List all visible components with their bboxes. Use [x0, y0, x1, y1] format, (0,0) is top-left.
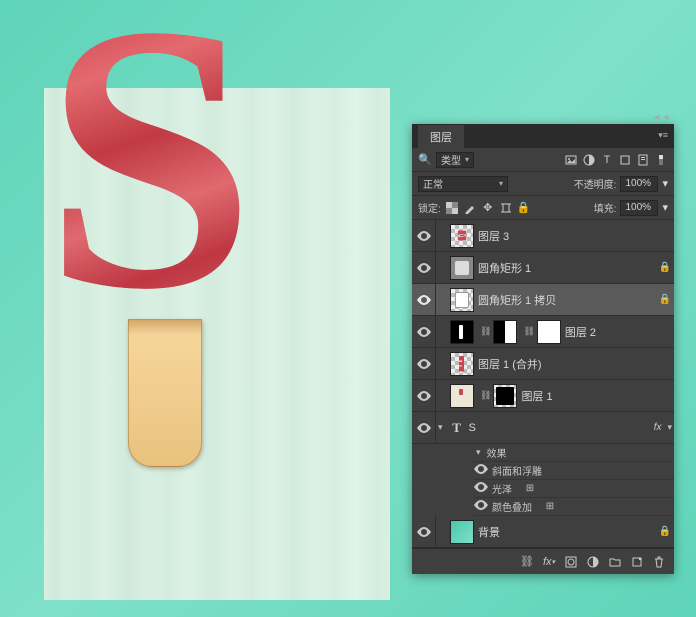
opacity-label: 不透明度:: [574, 176, 617, 191]
lock-pixels-icon[interactable]: [463, 201, 477, 215]
effect-add-icon[interactable]: ⊞: [520, 483, 540, 494]
effects-list: ▾ 效果 斜面和浮雕 光泽 ⊞ 颜色叠加 ⊞: [412, 444, 674, 516]
lock-position-icon[interactable]: ✥: [481, 201, 495, 215]
delete-layer-icon[interactable]: [652, 555, 666, 569]
effect-row[interactable]: 光泽 ⊞: [474, 480, 674, 498]
filter-type-dropdown[interactable]: 类型▾: [436, 152, 474, 168]
fill-field[interactable]: 100%: [620, 200, 658, 216]
layer-name[interactable]: 图层 3: [478, 228, 674, 244]
layers-tab[interactable]: 图层: [418, 125, 464, 148]
fill-label: 填充:: [594, 200, 617, 215]
adjustment-filter-icon[interactable]: [582, 153, 596, 167]
effect-row[interactable]: 斜面和浮雕: [474, 462, 674, 480]
layer-thumbnail[interactable]: [450, 384, 474, 408]
filter-row: 🔍 类型▾ T: [412, 148, 674, 172]
fx-indicator[interactable]: fx: [654, 422, 666, 433]
adjustment-layer-icon[interactable]: [586, 555, 600, 569]
fill-chevron-icon[interactable]: ▾: [662, 201, 668, 214]
layer-name[interactable]: 圆角矩形 1: [478, 260, 656, 276]
blend-row: 正常▾ 不透明度: 100% ▾: [412, 172, 674, 196]
visibility-toggle[interactable]: [412, 284, 436, 315]
layer-row[interactable]: 圆角矩形 1 拷贝 🔒: [412, 284, 674, 316]
layers-panel: ◄◄ 图层 ▾≡ 🔍 类型▾ T 正常▾ 不透明度: 100% ▾ 锁定: ✥: [412, 124, 674, 574]
layer-thumbnail[interactable]: [450, 352, 474, 376]
layer-row[interactable]: ⛓ 图层 1: [412, 380, 674, 412]
mask-link-icon[interactable]: ⛓: [478, 390, 493, 401]
lock-icon[interactable]: 🔒: [656, 262, 674, 273]
filter-toggle-icon[interactable]: [654, 153, 668, 167]
mask-thumbnail[interactable]: [493, 384, 517, 408]
lock-row: 锁定: ✥ 🔒 填充: 100% ▾: [412, 196, 674, 220]
shape-filter-icon[interactable]: [618, 153, 632, 167]
panel-collapse-icon[interactable]: ◄◄: [652, 112, 670, 122]
visibility-toggle[interactable]: [412, 252, 436, 283]
mask-link-icon[interactable]: ⛓: [521, 326, 536, 337]
effect-visibility-toggle[interactable]: [474, 500, 488, 513]
effect-row[interactable]: 颜色叠加 ⊞: [474, 498, 674, 516]
lock-icon[interactable]: 🔒: [656, 526, 674, 537]
visibility-toggle[interactable]: [412, 348, 436, 379]
panel-tab-bar: 图层 ▾≡: [412, 124, 674, 148]
layer-thumbnail[interactable]: [450, 288, 474, 312]
layer-row[interactable]: 背景 🔒: [412, 516, 674, 548]
lock-transparency-icon[interactable]: [445, 201, 459, 215]
layer-name[interactable]: 圆角矩形 1 拷贝: [478, 292, 656, 308]
layer-style-icon[interactable]: fx▾: [542, 555, 556, 569]
visibility-toggle[interactable]: [412, 516, 436, 547]
group-icon[interactable]: [608, 555, 622, 569]
layer-row[interactable]: 图层 1 (合并): [412, 348, 674, 380]
fx-caret-icon[interactable]: ▾: [665, 422, 674, 433]
expand-caret-icon[interactable]: ▾: [436, 422, 445, 433]
layer-thumbnail[interactable]: [450, 224, 474, 248]
lock-artboard-icon[interactable]: [499, 201, 513, 215]
layer-name[interactable]: 图层 2: [565, 324, 674, 340]
effect-visibility-toggle[interactable]: [474, 482, 488, 495]
layer-row[interactable]: 圆角矩形 1 🔒: [412, 252, 674, 284]
layer-mask-icon[interactable]: [564, 555, 578, 569]
search-icon: 🔍: [418, 153, 432, 167]
visibility-toggle[interactable]: [412, 316, 436, 347]
letter-s-layer: S: [44, 2, 264, 314]
layer-row[interactable]: 图层 3: [412, 220, 674, 252]
mask-link-icon[interactable]: ⛓: [478, 326, 493, 337]
lock-label: 锁定:: [418, 200, 441, 215]
layer-name[interactable]: S: [469, 422, 654, 434]
effect-add-icon[interactable]: ⊞: [540, 501, 560, 512]
layer-name[interactable]: 背景: [478, 524, 656, 540]
layer-name[interactable]: 图层 1: [521, 388, 674, 404]
visibility-toggle[interactable]: [412, 220, 436, 251]
pixel-filter-icon[interactable]: [564, 153, 578, 167]
blend-mode-dropdown[interactable]: 正常▾: [418, 176, 508, 192]
mask-thumbnail-2[interactable]: [537, 320, 561, 344]
visibility-toggle[interactable]: [412, 380, 436, 411]
mask-thumbnail[interactable]: [493, 320, 517, 344]
opacity-field[interactable]: 100%: [620, 176, 658, 192]
effects-caret-icon[interactable]: ▾: [474, 447, 483, 458]
new-layer-icon[interactable]: [630, 555, 644, 569]
effects-header[interactable]: ▾ 效果: [474, 444, 674, 462]
layer-thumbnail[interactable]: [450, 520, 474, 544]
layer-name[interactable]: 图层 1 (合并): [478, 356, 674, 372]
type-layer-icon: T: [445, 420, 469, 436]
opacity-chevron-icon[interactable]: ▾: [662, 177, 668, 190]
layer-row[interactable]: ⛓ ⛓ 图层 2: [412, 316, 674, 348]
effect-visibility-toggle[interactable]: [474, 464, 488, 477]
lock-icon[interactable]: 🔒: [656, 294, 674, 305]
panel-footer: ⛓ fx▾: [412, 548, 674, 574]
layer-thumbnail[interactable]: [450, 320, 474, 344]
type-filter-icon[interactable]: T: [600, 153, 614, 167]
smart-filter-icon[interactable]: [636, 153, 650, 167]
layer-thumbnail[interactable]: [450, 256, 474, 280]
visibility-toggle[interactable]: [412, 412, 436, 443]
layer-row[interactable]: ▾ T S fx ▾: [412, 412, 674, 444]
lock-all-icon[interactable]: 🔒: [517, 201, 531, 215]
link-layers-icon[interactable]: ⛓: [520, 555, 534, 569]
layers-list: 图层 3 圆角矩形 1 🔒 圆角矩形 1 拷贝 🔒 ⛓ ⛓ 图层 2: [412, 220, 674, 548]
panel-menu-icon[interactable]: ▾≡: [658, 130, 668, 141]
